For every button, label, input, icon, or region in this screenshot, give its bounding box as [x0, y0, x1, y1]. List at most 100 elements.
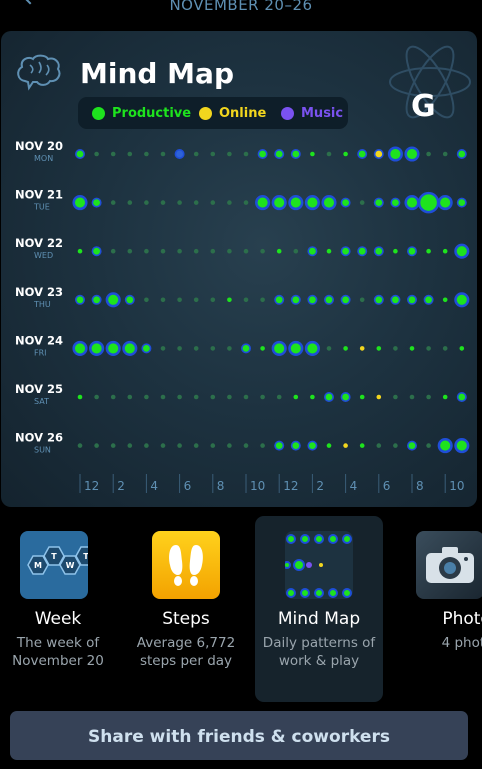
activity-dot — [359, 297, 365, 303]
activity-dot — [94, 394, 99, 400]
tab-week-title: Week — [34, 609, 82, 629]
thumbnail-dot — [342, 534, 352, 544]
activity-dot — [390, 294, 401, 305]
activity-dot — [307, 246, 318, 257]
tab-week-subtitle: The week of November 20 — [0, 634, 122, 670]
left-heel — [174, 576, 182, 586]
activity-dot — [310, 151, 315, 157]
activity-dot — [310, 394, 315, 400]
activity-dot — [288, 195, 304, 211]
activity-dot — [426, 151, 431, 157]
activity-dot — [426, 346, 431, 351]
activity-dot — [105, 340, 121, 356]
row-day-label: SAT — [34, 397, 49, 406]
activity-dot — [376, 443, 382, 448]
mind-map-thumbnail-graphic — [285, 534, 352, 598]
activity-dot — [406, 246, 417, 257]
activity-dot — [359, 346, 365, 351]
row-date-label: NOV 21 — [15, 188, 63, 202]
activity-dot — [210, 346, 216, 351]
activity-dot — [260, 443, 265, 448]
row-date-label: NOV 23 — [15, 285, 63, 299]
axis-tick-label: 6 — [383, 479, 391, 493]
activity-dot — [323, 294, 334, 305]
activity-dot — [359, 394, 365, 400]
activity-dot — [122, 340, 138, 356]
activity-dot — [274, 294, 285, 305]
activity-dot — [387, 146, 403, 162]
activity-dot — [454, 292, 470, 308]
thumbnail-dot — [300, 534, 310, 544]
activity-dot — [210, 297, 216, 303]
activity-dot — [426, 394, 431, 400]
footprints-graphic — [169, 545, 203, 586]
activity-dot — [127, 248, 133, 254]
activity-dot — [227, 200, 232, 205]
activity-dot — [373, 197, 384, 208]
tab-steps-subtitle: Average 6,772 steps per day — [122, 634, 250, 670]
activity-dot — [193, 394, 199, 400]
activity-dot — [357, 246, 368, 257]
tab-strip: M T W T Week The week of November 20 Ste… — [0, 516, 482, 702]
axis-tick-label: 4 — [350, 479, 358, 493]
thumbnail-dot — [314, 588, 324, 598]
activity-dot — [307, 294, 318, 305]
activity-dot — [260, 248, 265, 254]
axis-tick-label: 4 — [150, 479, 158, 493]
activity-dot — [326, 248, 332, 254]
row-day-label: SUN — [34, 446, 51, 455]
activity-dot — [260, 394, 265, 400]
thumbnail-dot — [328, 534, 338, 544]
tab-mind-map[interactable]: Mind Map Daily patterns of work & play — [255, 516, 383, 702]
axis-tick-label: 12 — [283, 479, 298, 493]
activity-dot — [409, 346, 415, 351]
row-day-label: FRI — [34, 348, 47, 357]
activity-dot — [426, 248, 431, 254]
activity-dot — [89, 340, 105, 356]
activity-dot — [326, 151, 332, 157]
activity-dot — [177, 394, 182, 400]
activity-dot — [404, 195, 420, 211]
row-date-label: NOV 22 — [15, 236, 63, 250]
share-button[interactable]: Share with friends & coworkers — [10, 711, 468, 760]
thumbnail-dot — [300, 588, 310, 598]
activity-dot — [227, 297, 232, 303]
camera-graphic — [426, 547, 474, 583]
activity-dot — [177, 248, 182, 254]
activity-dot — [110, 443, 116, 448]
axis-tick-label: 8 — [416, 479, 424, 493]
activity-dot — [124, 294, 135, 305]
tab-week-subtitle-line1: The week of — [16, 635, 100, 651]
activity-dot — [343, 151, 348, 157]
tab-photos-title: Photos — [442, 609, 482, 629]
activity-dot — [340, 391, 351, 402]
activity-dot — [393, 248, 398, 254]
activity-dot — [442, 394, 448, 400]
activity-dot — [437, 195, 453, 211]
tab-steps[interactable]: Steps Average 6,772 steps per day — [122, 516, 250, 702]
axis-tick-label: 10 — [250, 479, 265, 493]
activity-dot — [390, 197, 401, 208]
activity-dot — [91, 294, 102, 305]
activity-dot — [406, 440, 417, 451]
tab-photos[interactable]: Photos 4 photos — [382, 516, 482, 702]
tab-week[interactable]: M T W T Week The week of November 20 — [0, 516, 122, 702]
camera-photo-icon — [416, 531, 482, 599]
thumbnail-dot — [286, 534, 296, 544]
activity-dot — [340, 197, 351, 208]
activity-dot — [393, 394, 398, 400]
activity-dot — [357, 149, 368, 160]
hex-letter: T — [51, 552, 57, 561]
axis-tick-label: 10 — [449, 479, 464, 493]
activity-dot — [293, 248, 299, 254]
activity-dot — [243, 297, 249, 303]
activity-dot — [456, 149, 467, 160]
week-range-title: NOVEMBER 20–26 — [169, 0, 313, 14]
activity-dot — [260, 297, 265, 303]
hex-letter: W — [66, 561, 75, 570]
thumbnail-dot — [314, 534, 324, 544]
footprints-icon — [152, 531, 220, 599]
activity-dot — [442, 248, 448, 254]
activity-dot — [276, 248, 282, 254]
activity-dot — [304, 340, 320, 356]
